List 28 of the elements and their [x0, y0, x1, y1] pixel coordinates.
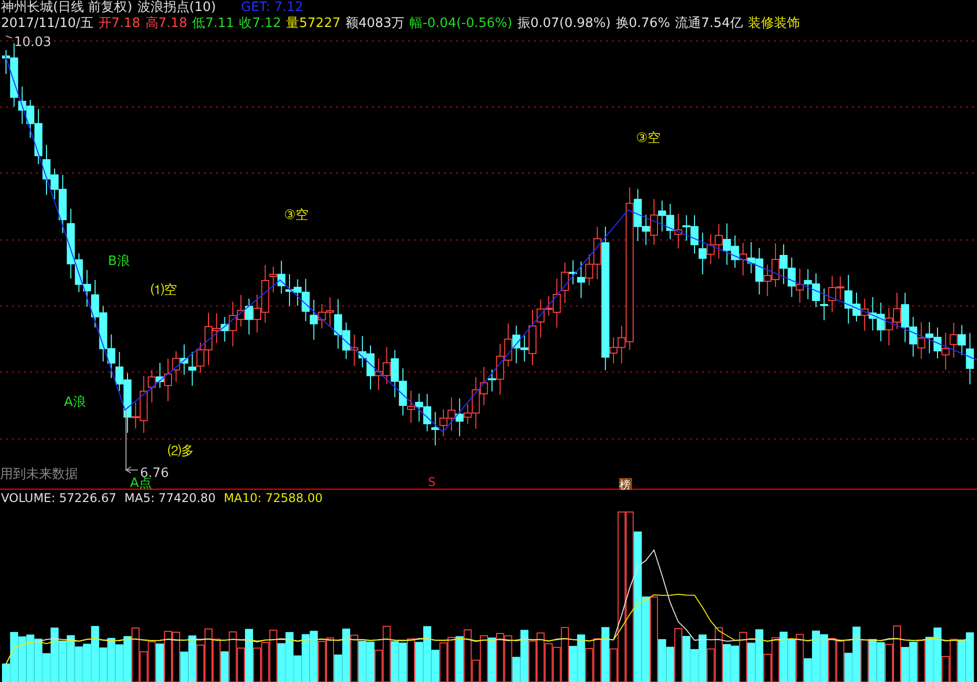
quote-field: 装修装饰 [748, 16, 800, 32]
sell-marker: S [428, 475, 436, 489]
quote-field: 开7.18 [98, 16, 140, 32]
quote-field: 收7.12 [239, 16, 282, 32]
volume-legend: VOLUME: 57226.67 [1, 490, 116, 506]
wave-label: B浪 [108, 254, 130, 269]
signal-label: ③空 [284, 208, 309, 223]
quote-field: 额4083万 [345, 16, 405, 32]
quote-field: 量57227 [286, 16, 340, 32]
quote-field: 振0.07(0.98%) [517, 16, 611, 32]
signal-label: ⑵多 [168, 444, 194, 459]
quote-field: 幅-0.04(-0.56%) [410, 16, 512, 32]
wave-label: A浪 [64, 395, 86, 410]
signal-label: ⑴空 [151, 283, 177, 298]
signal-label: ③空 [636, 131, 661, 146]
stock-title: 神州长城(日线 前复权) [1, 0, 132, 16]
volume-legend: MA5: 77420.80 [124, 490, 216, 506]
quote-field: 换0.76% [616, 16, 670, 32]
get-price: GET: 7.12 [240, 0, 304, 16]
indicator-name: 波浪拐点(10) [137, 0, 216, 16]
list-badge: 榜 [619, 478, 632, 490]
quote-field: 2017/11/10/五 [1, 16, 94, 32]
quote-field: 流通7.54亿 [675, 16, 744, 32]
quote-field: 低7.11 [192, 16, 234, 32]
notice-text: 用到未来数据 [0, 467, 78, 482]
price-label: 10.03 [14, 35, 52, 50]
volume-legend: MA10: 72588.00 [224, 490, 323, 506]
quote-field: 高7.18 [145, 16, 188, 32]
